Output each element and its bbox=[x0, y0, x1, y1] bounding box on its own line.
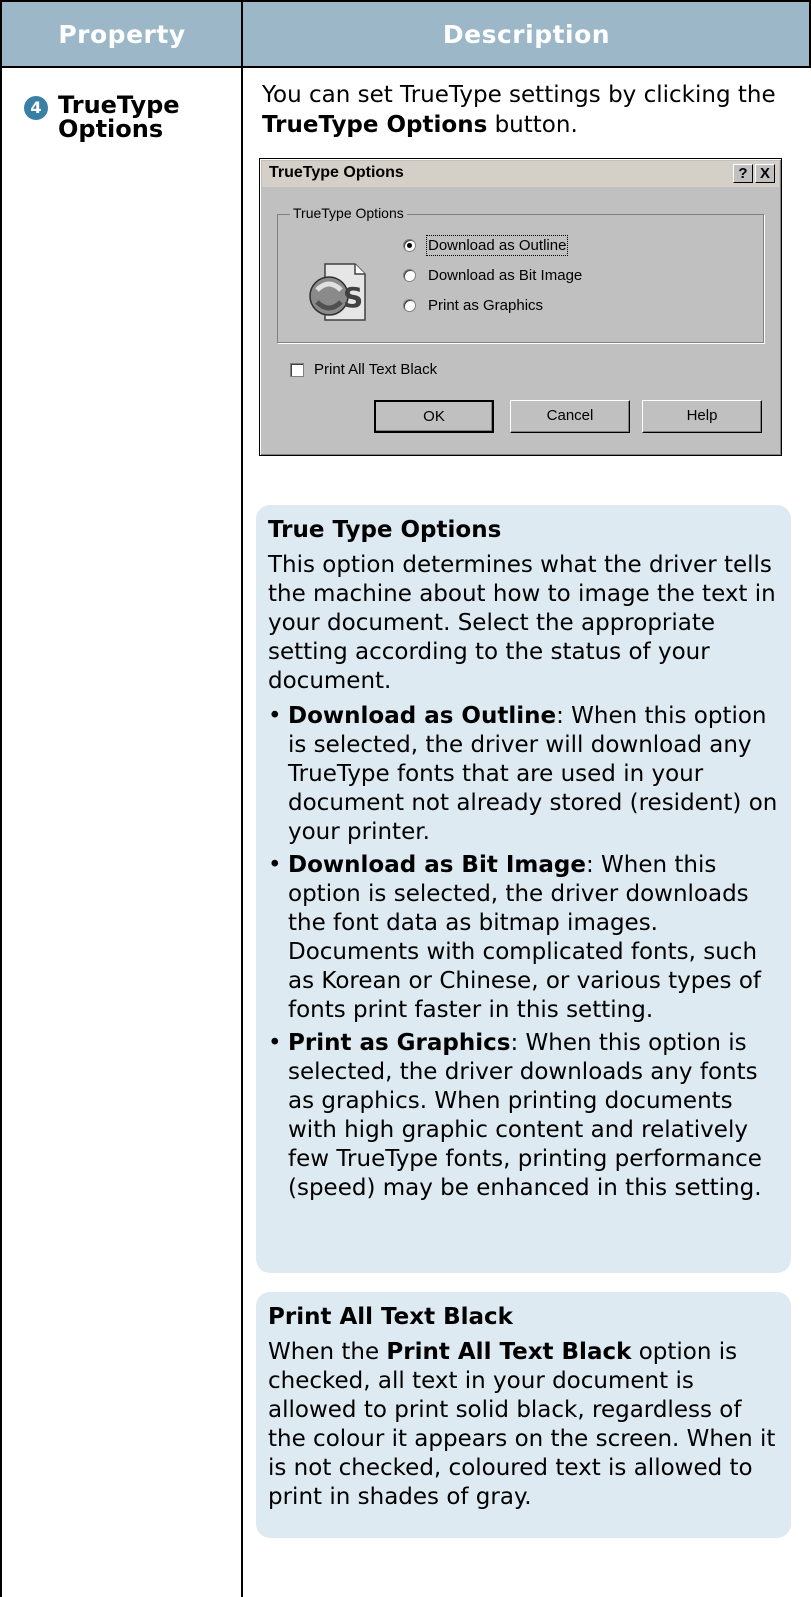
svg-text:S: S bbox=[343, 281, 363, 314]
help-button[interactable]: Help bbox=[642, 400, 762, 433]
intro-text-end: button. bbox=[487, 112, 578, 138]
radio-print-as-graphics[interactable]: Print as Graphics bbox=[403, 295, 543, 315]
radio-label: Print as Graphics bbox=[428, 296, 544, 314]
header-description: Description bbox=[442, 20, 611, 49]
dialog-titlebar: TrueType Options ? X bbox=[262, 161, 779, 187]
truetype-options-info-box: True Type Options This option determines… bbox=[256, 505, 791, 1273]
bullet-icon: • bbox=[268, 852, 282, 878]
description-intro: You can set TrueType settings by clickin… bbox=[262, 80, 797, 140]
table-header: Property Description bbox=[2, 2, 809, 67]
print-all-text-black-info-box: Print All Text Black When the Print All … bbox=[256, 1292, 791, 1538]
list-item-term: Print as Graphics bbox=[288, 1030, 511, 1056]
column-divider bbox=[241, 0, 243, 1597]
property-table: Property Description 4 TrueType Options … bbox=[0, 0, 811, 1597]
bullet-icon: • bbox=[268, 1030, 282, 1056]
header-divider bbox=[0, 66, 811, 68]
step-number-badge: 4 bbox=[24, 96, 48, 120]
checkbox[interactable] bbox=[290, 362, 304, 377]
info-box-title: True Type Options bbox=[268, 517, 502, 543]
info-text-start: When the bbox=[268, 1339, 387, 1365]
group-label: TrueType Options bbox=[290, 205, 407, 221]
info-box-title: Print All Text Black bbox=[268, 1304, 513, 1330]
print-all-text-black-checkbox[interactable]: Print All Text Black bbox=[290, 361, 437, 378]
help-icon[interactable]: ? bbox=[733, 164, 753, 183]
table-border-top bbox=[0, 0, 811, 2]
table-border-left bbox=[0, 0, 2, 1597]
radio-button[interactable] bbox=[403, 298, 416, 312]
list-item-term: Download as Outline bbox=[288, 703, 557, 729]
radio-label: Download as Outline bbox=[425, 234, 569, 256]
truetype-font-icon: S bbox=[309, 263, 366, 321]
radio-download-outline[interactable]: Download as Outline bbox=[403, 234, 569, 256]
dialog-title: TrueType Options bbox=[269, 164, 404, 181]
info-box-text: When the Print All Text Black option is … bbox=[268, 1338, 779, 1512]
bullet-icon: • bbox=[268, 703, 282, 729]
intro-text: You can set TrueType settings by clickin… bbox=[262, 82, 776, 108]
radio-label: Download as Bit Image bbox=[428, 266, 583, 284]
close-icon[interactable]: X bbox=[755, 164, 775, 183]
option-list: • Download as Outline: When this option i… bbox=[268, 702, 779, 1203]
ok-button[interactable]: OK bbox=[374, 400, 494, 433]
list-item: • Download as Outline: When this option i… bbox=[268, 702, 779, 847]
truetype-options-dialog: TrueType Options ? X TrueType Options S … bbox=[259, 158, 782, 456]
list-item: • Print as Graphics: When this option is … bbox=[268, 1029, 779, 1203]
cancel-button[interactable]: Cancel bbox=[510, 400, 630, 433]
info-text-bold: Print All Text Black bbox=[386, 1339, 632, 1365]
checkbox-label: Print All Text Black bbox=[314, 361, 438, 378]
truetype-options-group: TrueType Options S Download as Outline D… bbox=[277, 205, 764, 343]
intro-bold: TrueType Options bbox=[262, 112, 488, 138]
list-item: • Download as Bit Image: When this option… bbox=[268, 851, 779, 1025]
radio-button[interactable] bbox=[403, 268, 416, 282]
list-item-term: Download as Bit Image bbox=[288, 852, 586, 878]
property-name: TrueType Options bbox=[58, 91, 180, 143]
info-box-intro: This option determines what the driver t… bbox=[268, 552, 776, 694]
radio-button[interactable] bbox=[403, 238, 416, 252]
radio-download-bit-image[interactable]: Download as Bit Image bbox=[403, 265, 582, 285]
header-property: Property bbox=[58, 20, 186, 49]
